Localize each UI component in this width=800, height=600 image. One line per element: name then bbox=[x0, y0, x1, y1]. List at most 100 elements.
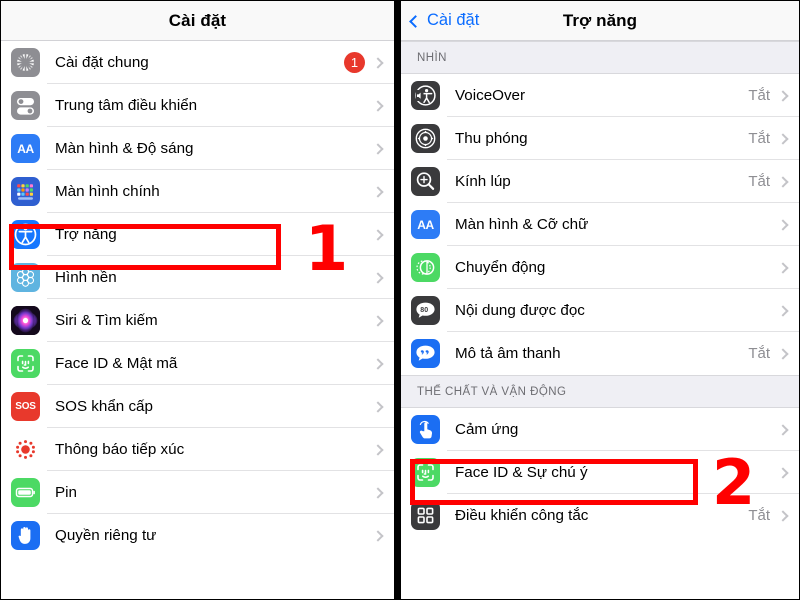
list-item-accessory bbox=[777, 423, 799, 436]
list-item-accessory bbox=[372, 99, 394, 112]
list-item-label: Quyền riêng tư bbox=[55, 527, 157, 544]
list-item-accessory: Tắt bbox=[748, 345, 799, 362]
chevron-right-icon bbox=[372, 56, 384, 69]
list-item[interactable]: Thông báo tiếp xúc bbox=[1, 428, 394, 471]
chevron-right-icon bbox=[372, 529, 384, 542]
home-screen-icon bbox=[11, 177, 40, 206]
chevron-right-icon bbox=[777, 89, 789, 102]
list-item[interactable]: Face ID & Sự chú ý bbox=[401, 451, 799, 494]
section-header: THỂ CHẤT VÀ VẬN ĐỘNG bbox=[401, 375, 799, 408]
chevron-right-icon bbox=[372, 271, 384, 284]
list-item-accessory bbox=[372, 357, 394, 370]
chevron-right-icon bbox=[372, 357, 384, 370]
list-item-value: Tắt bbox=[748, 87, 770, 104]
chevron-left-icon bbox=[409, 14, 422, 28]
chevron-right-icon bbox=[372, 99, 384, 112]
settings-list[interactable]: Cài đặt chung 1 Trung tâm điều khiển AA Màn… bbox=[1, 41, 394, 557]
list-item-label: Chuyển động bbox=[455, 259, 546, 276]
list-item[interactable]: AA Màn hình & Cỡ chữ bbox=[401, 203, 799, 246]
chevron-right-icon bbox=[777, 304, 789, 317]
face-id-icon bbox=[411, 458, 440, 487]
chevron-right-icon bbox=[372, 185, 384, 198]
switch-control-icon bbox=[411, 501, 440, 530]
list-item[interactable]: Thu phóng Tắt bbox=[401, 117, 799, 160]
gear-icon bbox=[11, 48, 40, 77]
list-item-label: Nội dung được đọc bbox=[455, 302, 585, 319]
battery-icon bbox=[11, 478, 40, 507]
display-text-size-icon: AA bbox=[411, 210, 440, 239]
list-item-accessory bbox=[372, 443, 394, 456]
chevron-right-icon bbox=[372, 314, 384, 327]
list-item-accessory bbox=[372, 314, 394, 327]
list-item-accessory bbox=[777, 466, 799, 479]
list-item[interactable]: Mô tả âm thanh Tắt bbox=[401, 332, 799, 375]
chevron-right-icon bbox=[372, 443, 384, 456]
accessibility-navbar: Cài đặt Trợ năng bbox=[401, 1, 799, 41]
settings-title: Cài đặt bbox=[168, 10, 227, 30]
list-item[interactable]: Face ID & Mật mã bbox=[1, 342, 394, 385]
siri-icon bbox=[11, 306, 40, 335]
accessibility-screen: Cài đặt Trợ năng NHÌN VoiceOver Tắt Thu p… bbox=[401, 1, 799, 599]
accessibility-list[interactable]: NHÌN VoiceOver Tắt Thu phóng Tắt Kính lúp T… bbox=[401, 41, 799, 537]
list-item-label: Điều khiển công tắc bbox=[455, 507, 589, 524]
list-item-accessory bbox=[777, 304, 799, 317]
list-item[interactable]: VoiceOver Tắt bbox=[401, 74, 799, 117]
list-item-accessory: Tắt bbox=[748, 130, 799, 147]
privacy-hand-icon bbox=[11, 521, 40, 550]
chevron-right-icon bbox=[777, 466, 789, 479]
list-item-label: Trợ năng bbox=[55, 226, 117, 243]
list-item-accessory bbox=[372, 529, 394, 542]
list-item-accessory bbox=[372, 400, 394, 413]
audio-description-icon bbox=[411, 339, 440, 368]
list-item[interactable]: Trung tâm điều khiển bbox=[1, 84, 394, 127]
chevron-right-icon bbox=[777, 175, 789, 188]
back-button-label: Cài đặt bbox=[427, 11, 480, 29]
list-item-label: Mô tả âm thanh bbox=[455, 345, 561, 362]
chevron-right-icon bbox=[372, 486, 384, 499]
voiceover-icon bbox=[411, 81, 440, 110]
motion-icon bbox=[411, 253, 440, 282]
chevron-right-icon bbox=[372, 400, 384, 413]
list-item-accessory: Tắt bbox=[748, 87, 799, 104]
chevron-right-icon bbox=[777, 347, 789, 360]
settings-screen: Cài đặt Cài đặt chung 1 Trung tâm điều kh… bbox=[1, 1, 394, 599]
list-item-accessory bbox=[777, 261, 799, 274]
list-item[interactable]: Điều khiển công tắc Tắt bbox=[401, 494, 799, 537]
list-item-value: Tắt bbox=[748, 507, 770, 524]
control-center-icon bbox=[11, 91, 40, 120]
list-item[interactable]: Cảm ứng bbox=[401, 408, 799, 451]
settings-navbar: Cài đặt bbox=[1, 1, 394, 41]
list-item[interactable]: Màn hình chính bbox=[1, 170, 394, 213]
list-item-value: Tắt bbox=[748, 130, 770, 147]
list-item[interactable]: Kính lúp Tắt bbox=[401, 160, 799, 203]
back-button[interactable]: Cài đặt bbox=[409, 1, 480, 40]
tutorial-screenshot: Cài đặt Cài đặt chung 1 Trung tâm điều kh… bbox=[0, 0, 800, 600]
list-item-accessory: 1 bbox=[344, 52, 394, 73]
chevron-right-icon bbox=[777, 132, 789, 145]
list-item-label: Màn hình & Độ sáng bbox=[55, 140, 194, 157]
list-item[interactable]: Pin bbox=[1, 471, 394, 514]
sos-icon: SOS bbox=[11, 392, 40, 421]
list-item-accessory bbox=[372, 486, 394, 499]
chevron-right-icon bbox=[372, 142, 384, 155]
list-item[interactable]: Hình nền bbox=[1, 256, 394, 299]
chevron-right-icon bbox=[777, 509, 789, 522]
list-item-accessory bbox=[372, 228, 394, 241]
list-item[interactable]: SOS SOS khẩn cấp bbox=[1, 385, 394, 428]
list-item-accessory bbox=[372, 271, 394, 284]
list-item-label: Màn hình chính bbox=[55, 183, 160, 200]
list-item[interactable]: Cài đặt chung 1 bbox=[1, 41, 394, 84]
list-item-accessory bbox=[777, 218, 799, 231]
list-item[interactable]: Trợ năng bbox=[1, 213, 394, 256]
list-item[interactable]: Siri & Tìm kiếm bbox=[1, 299, 394, 342]
list-item-label: VoiceOver bbox=[455, 87, 526, 104]
accessibility-icon bbox=[11, 220, 40, 249]
list-item-label: Hình nền bbox=[55, 269, 117, 286]
list-item[interactable]: AA Màn hình & Độ sáng bbox=[1, 127, 394, 170]
list-item[interactable]: 80 Nội dung được đọc bbox=[401, 289, 799, 332]
list-item[interactable]: Quyền riêng tư bbox=[1, 514, 394, 557]
accessibility-title: Trợ năng bbox=[562, 10, 638, 30]
zoom-icon bbox=[411, 124, 440, 153]
list-item[interactable]: Chuyển động bbox=[401, 246, 799, 289]
list-item-accessory: Tắt bbox=[748, 507, 799, 524]
